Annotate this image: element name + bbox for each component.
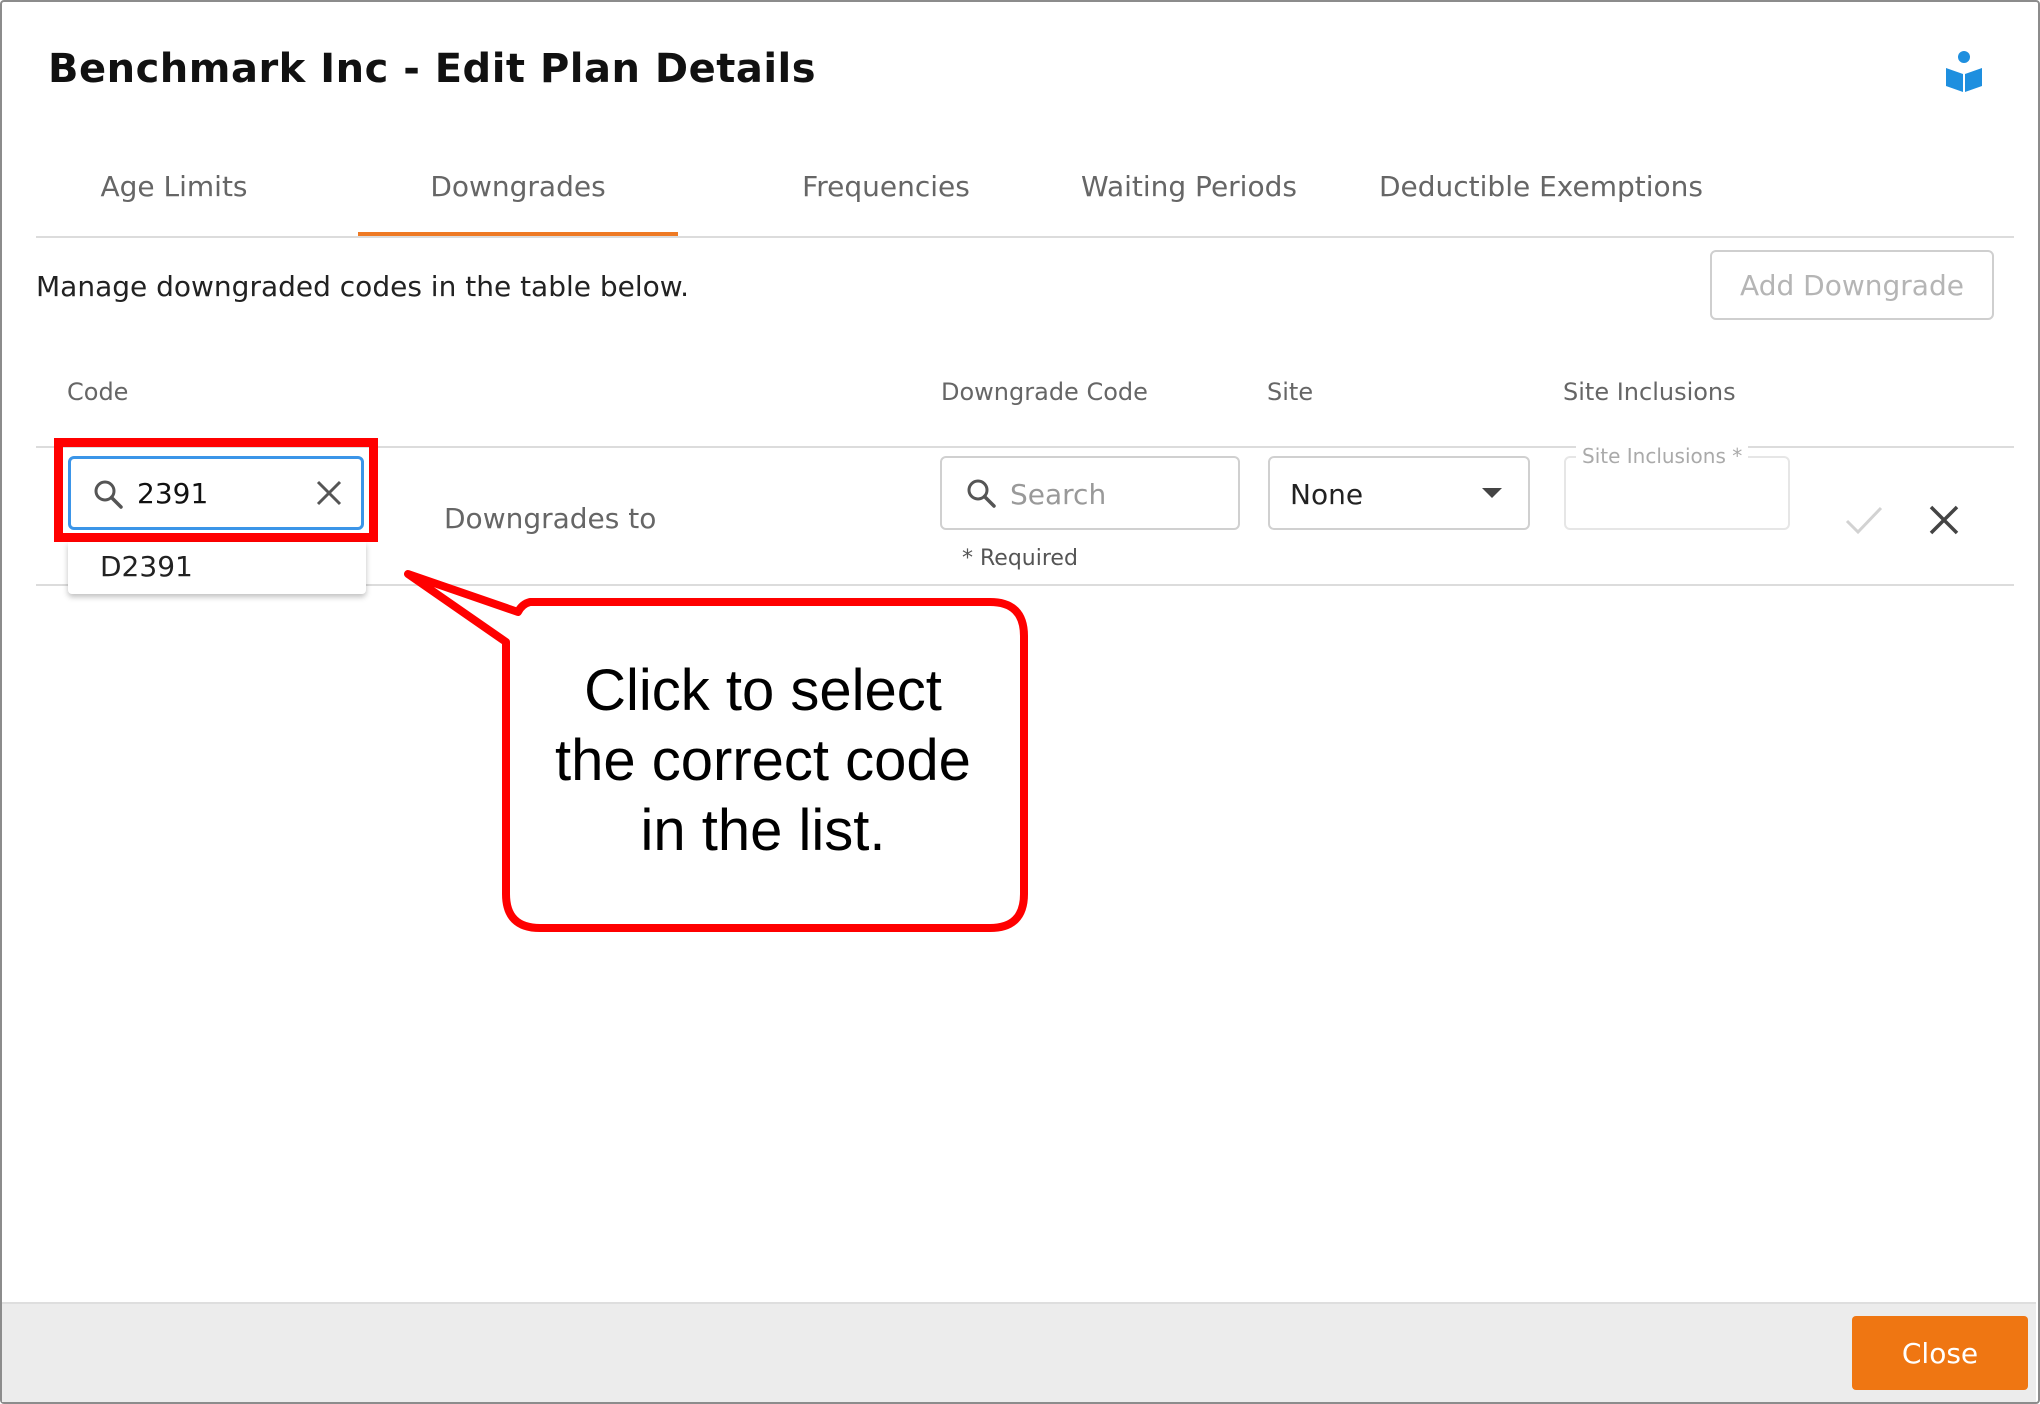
add-downgrade-button[interactable]: Add Downgrade xyxy=(1710,250,1994,320)
close-button[interactable]: Close xyxy=(1852,1316,2028,1390)
tab-waiting-periods[interactable]: Waiting Periods xyxy=(1044,170,1334,236)
tab-frequencies[interactable]: Frequencies xyxy=(736,170,1036,236)
dialog-footer xyxy=(2,1302,2036,1402)
tab-age-limits[interactable]: Age Limits xyxy=(76,170,272,236)
callout-text: Click to select the correct code in the … xyxy=(510,656,1016,866)
code-suggestion-list: D2391 xyxy=(68,542,366,594)
book-reader-icon[interactable] xyxy=(1944,50,1984,94)
site-select-value: None xyxy=(1290,478,1364,511)
column-header-code: Code xyxy=(67,378,129,406)
chevron-down-icon xyxy=(1482,488,1502,498)
callout-line: the correct code xyxy=(555,728,971,793)
site-inclusions-field-label: Site Inclusions * xyxy=(1576,444,1749,468)
dialog-title: Benchmark Inc - Edit Plan Details xyxy=(48,46,817,92)
panel-intro-text: Manage downgraded codes in the table bel… xyxy=(36,270,690,303)
search-icon xyxy=(966,478,996,508)
required-note: * Required xyxy=(962,546,1078,571)
confirm-check-icon[interactable] xyxy=(1844,504,1884,536)
cancel-row-icon[interactable] xyxy=(1928,504,1960,536)
highlight-box xyxy=(54,438,378,542)
tab-deductible-exemptions[interactable]: Deductible Exemptions xyxy=(1356,170,1726,236)
column-header-downgrade-code: Downgrade Code xyxy=(941,378,1148,406)
downgrade-code-search-input[interactable]: Search xyxy=(940,456,1240,530)
column-header-site-inclusions: Site Inclusions xyxy=(1563,378,1736,406)
tab-bar: Age Limits Downgrades Frequencies Waitin… xyxy=(36,150,2014,238)
code-suggestion-option[interactable]: D2391 xyxy=(100,550,193,583)
search-placeholder: Search xyxy=(1010,478,1107,511)
column-header-site: Site xyxy=(1267,378,1314,406)
site-select[interactable]: None xyxy=(1268,456,1530,530)
tab-downgrades[interactable]: Downgrades xyxy=(358,170,678,236)
callout-line: in the list. xyxy=(640,798,886,863)
callout-line: Click to select xyxy=(584,658,942,723)
downgrades-to-label: Downgrades to xyxy=(444,502,657,535)
